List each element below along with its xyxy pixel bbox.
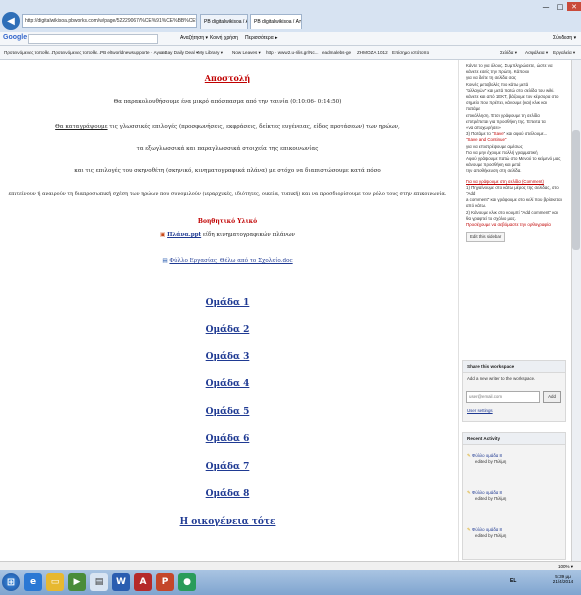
recent-activity-title: Recent Activity bbox=[463, 433, 565, 445]
intro-line-1: Θα παρακολουθήσουμε ένα μικρό απόσπασμα … bbox=[113, 99, 342, 105]
share-panel: Share this workspace Add a new writer to… bbox=[462, 360, 566, 422]
material-title: Βοηθητικό Υλικό bbox=[197, 218, 258, 225]
activity-link[interactable]: Φύλλο ομάδα 8 bbox=[472, 490, 502, 495]
browser-titlebar: ◀ http://digitalwikisoa.pbworks.com/w/pa… bbox=[0, 0, 581, 32]
pdf-icon[interactable]: A bbox=[134, 573, 152, 591]
toolbar-more-button[interactable]: Περισσότερα ▸ bbox=[245, 35, 278, 41]
ie-icon[interactable]: e bbox=[24, 573, 42, 591]
share-text: Add a new writer to the workspace. bbox=[467, 376, 536, 381]
activity-item: ✎ Φύλλο ομάδα 8 edited by Πιλίμη bbox=[467, 490, 506, 502]
intro-line-3: τα εξωγλωσσικά και παραγλωσσικά στοιχεία… bbox=[136, 146, 319, 152]
start-button[interactable]: ⊞ bbox=[2, 573, 20, 591]
group-3-link[interactable]: Ομάδα 3 bbox=[206, 352, 250, 362]
record-link[interactable]: Θα καταγράψουμε bbox=[55, 124, 107, 130]
share-panel-title: Share this workspace bbox=[463, 361, 565, 373]
add-writer-button[interactable]: Add bbox=[543, 391, 561, 403]
signin-button[interactable]: Σύνδεση ▾ bbox=[553, 35, 576, 41]
activity-item: ✎ Φύλλο ομάδα 8 edited by Πιλίμη bbox=[467, 527, 506, 539]
edit-sidebar-button[interactable]: Edit this sidebar bbox=[466, 232, 506, 243]
google-logo: Google bbox=[3, 34, 28, 41]
bookmarks-bar: Προτεινόμενες τοποθε... Προτεινόμενες το… bbox=[0, 46, 581, 60]
clock[interactable]: 5:39 μμ 21/4/2014 bbox=[548, 574, 578, 584]
menu-page[interactable]: Σελίδα ▾ bbox=[500, 50, 517, 56]
word-icon[interactable]: W bbox=[112, 573, 130, 591]
group-2-link[interactable]: Ομάδα 2 bbox=[206, 325, 250, 335]
group-8-link[interactable]: Ομάδα 8 bbox=[206, 489, 250, 499]
page-title: Αποστολή bbox=[204, 73, 251, 83]
explorer-icon[interactable]: ▭ bbox=[46, 573, 64, 591]
bookmark-item[interactable]: Προτεινόμενες τοποθε... bbox=[4, 50, 53, 55]
menu-tools[interactable]: Εργαλεία ▾ bbox=[553, 50, 575, 56]
group-7-link[interactable]: Ομάδα 7 bbox=[206, 462, 250, 472]
toolbar-share-button[interactable]: Κοινή χρήση bbox=[210, 35, 238, 41]
sidebar-text: " και αφού στείλουμε... bbox=[503, 131, 548, 137]
group-1-link[interactable]: Ομάδα 1 bbox=[206, 298, 250, 308]
taskbar: ⊞ e ▭ ▶ ▤ W A P ● EL 5:39 μμ 21/4/2014 bbox=[0, 570, 581, 595]
save-word: Save bbox=[493, 131, 504, 137]
activity-by: edited by Πιλίμη bbox=[475, 459, 507, 465]
toolbar-search-button[interactable]: Αναζήτηση ▾ bbox=[180, 35, 208, 41]
intro-line-4: και τις επιλογές του σκηνοθέτη (σκηνικό,… bbox=[74, 168, 381, 174]
sidebar-text: 2) Κάνουμε κλικ στο κουμπί "Add comment"… bbox=[466, 209, 558, 215]
plana-ppt-link[interactable]: Πλάνα.ppt bbox=[167, 232, 201, 238]
material-row: ▣ Πλάνα.ppt είδη κινηματογραφικών πλάνων bbox=[0, 232, 455, 238]
folder-icon[interactable]: ▤ bbox=[90, 573, 108, 591]
group-4-link[interactable]: Ομάδα 4 bbox=[206, 379, 250, 389]
user-settings-link[interactable]: User settings bbox=[467, 408, 493, 414]
bookmark-item[interactable]: Επίσημο ιστότοπο bbox=[392, 50, 429, 55]
material-desc: είδη κινηματογραφικών πλάνων bbox=[201, 232, 295, 238]
activity-link[interactable]: Φύλλο ομάδα 8 bbox=[472, 453, 502, 458]
activity-item: ✎ Φύλλο ομάδα 8 edited by Πιλίμη bbox=[467, 453, 506, 465]
scrollbar-thumb[interactable] bbox=[572, 130, 580, 250]
maximize-button[interactable]: □ bbox=[553, 2, 567, 11]
sidebar-text: 1) Πηγαίνουμε στο κάτω μέρος της σελίδας… bbox=[466, 184, 559, 197]
bookmark-item[interactable]: http · www2.u-rilis.gr/Nc... bbox=[266, 50, 319, 55]
powerpoint-icon[interactable]: P bbox=[156, 573, 174, 591]
intro-line-2: Θα καταγράψουμε τις γλωσσικές επιλογές (… bbox=[0, 124, 455, 130]
group-6-link[interactable]: Ομάδα 6 bbox=[206, 434, 250, 444]
sidebar-text: σημείο που πρέπει, κάνουμε (και) κλικ κα… bbox=[466, 100, 547, 112]
bookmark-item[interactable]: Προτεινόμενες τοποθε... bbox=[52, 50, 101, 55]
ppt-icon: ▣ bbox=[160, 232, 166, 238]
minimize-button[interactable]: — bbox=[539, 2, 553, 11]
activity-by: edited by Πιλίμη bbox=[475, 496, 507, 502]
email-input[interactable]: user@email.com bbox=[466, 391, 540, 403]
recent-activity-panel: Recent Activity ✎ Φύλλο ομάδα 8 edited b… bbox=[462, 432, 566, 560]
page-content: Αποστολή Θα παρακολουθήσουμε ένα μικρό α… bbox=[0, 60, 455, 570]
menu-safety[interactable]: Ασφάλεια ▾ bbox=[525, 50, 548, 56]
status-bar: 100% ▾ bbox=[0, 561, 581, 570]
bookmark-item[interactable]: ZHMOZA 1012 bbox=[357, 50, 388, 55]
doc-icon: ▤ bbox=[162, 258, 168, 264]
intro-line-2-rest: τις γλωσσικές επιλογές (προσφωνήσεις, εκ… bbox=[107, 124, 400, 130]
chrome-icon[interactable]: ● bbox=[178, 573, 196, 591]
activity-link[interactable]: Φύλλο ομάδα 8 bbox=[472, 527, 502, 532]
clock-date: 21/4/2014 bbox=[552, 579, 574, 584]
language-indicator[interactable]: EL bbox=[510, 578, 516, 584]
intro-line-5: επιτείνουν ή αναιρούν τη διαπροσωπική σχ… bbox=[8, 191, 447, 197]
media-icon[interactable]: ▶ bbox=[68, 573, 86, 591]
comment-note: Προσέχουμε να σεβόμαστε την ορθογραφία bbox=[466, 222, 551, 228]
group-5-link[interactable]: Ομάδα 5 bbox=[206, 407, 250, 417]
sidebar-instructions: Κάντε το για όλους. Συμπληρώσετε, ώστε ν… bbox=[462, 60, 566, 350]
bookmark-item[interactable]: PB eltworldnewsupporte · Αγια... bbox=[100, 50, 166, 55]
worksheet-row: ▤ Φύλλο Εργασίας_Θέλω από το Σχολείο.doc bbox=[0, 258, 455, 264]
close-window-button[interactable]: ✕ bbox=[567, 2, 581, 11]
tab-digitalwikisoa-1[interactable]: PB digitalwikisoa / Αποστολή bbox=[200, 14, 248, 29]
bookmark-item[interactable]: My Library ▾ bbox=[198, 50, 223, 56]
pencil-icon: ✎ bbox=[467, 490, 471, 495]
sidebar-text: 3) Πατάμε το " bbox=[466, 131, 494, 137]
bookmark-item[interactable]: eBay Daily Deal ▾ bbox=[162, 50, 198, 56]
activity-by: edited by Πιλίμη bbox=[475, 533, 507, 539]
back-button[interactable]: ◀ bbox=[2, 12, 20, 30]
bookmark-item[interactable]: Now Leaves ▾ bbox=[232, 50, 261, 56]
tab-digitalwikisoa-2[interactable]: PB digitalwikisoa / Αποστ... bbox=[250, 14, 302, 29]
family-link[interactable]: Η οικογένεια τότε bbox=[180, 517, 276, 527]
google-toolbar: Google Αναζήτηση ▾ Κοινή χρήση Περισσότε… bbox=[0, 32, 581, 46]
bookmark-item[interactable]: eadmalebs-ge bbox=[322, 50, 351, 55]
google-search-input[interactable] bbox=[28, 34, 158, 44]
address-bar[interactable]: http://digitalwikisoa.pbworks.com/w/page… bbox=[22, 14, 197, 28]
pencil-icon: ✎ bbox=[467, 527, 471, 532]
worksheet-link[interactable]: Φύλλο Εργασίας_Θέλω από το Σχολείο.doc bbox=[169, 258, 292, 264]
pencil-icon: ✎ bbox=[467, 453, 471, 458]
